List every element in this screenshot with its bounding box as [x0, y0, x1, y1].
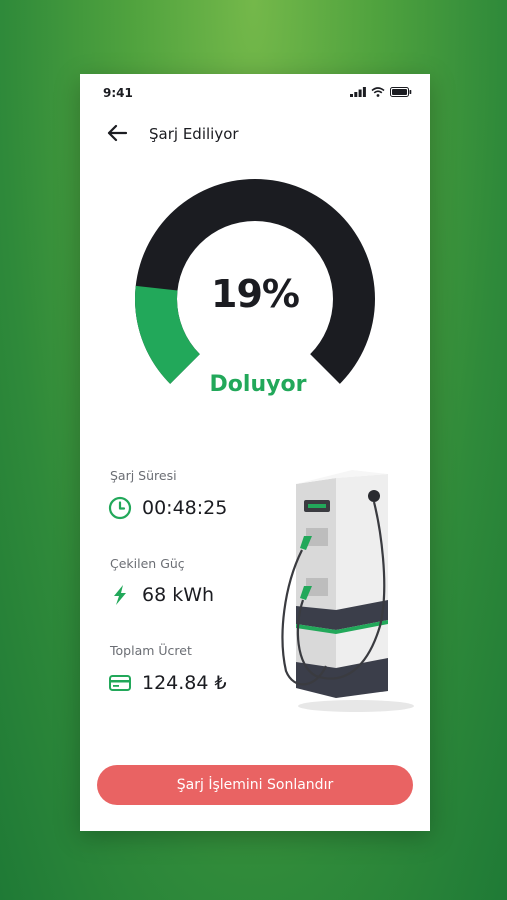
charge-percent: 19% — [211, 272, 300, 316]
duration-value: 00:48:25 — [142, 497, 228, 519]
end-charging-button[interactable]: Şarj İşlemini Sonlandır — [97, 765, 413, 805]
cost-value: 124.84 ₺ — [142, 672, 227, 694]
card-icon — [108, 671, 132, 695]
signal-icon — [350, 87, 366, 97]
cost-label: Toplam Ücret — [110, 643, 192, 658]
status-time: 9:41 — [103, 86, 133, 100]
phone-screen: 9:41 Şarj Ediliyor 19% Doluyor Şarj Süre… — [80, 74, 430, 831]
charging-station-image — [281, 470, 414, 712]
power-label: Çekilen Güç — [110, 556, 185, 571]
cost-row: 124.84 ₺ — [108, 671, 227, 695]
power-value: 68 kWh — [142, 584, 215, 606]
header: Şarj Ediliyor — [80, 118, 430, 150]
power-row: 68 kWh — [108, 583, 214, 607]
status-bar: 9:41 — [80, 74, 430, 110]
status-icons — [350, 87, 412, 97]
page-title: Şarj Ediliyor — [149, 125, 239, 143]
charge-status: Doluyor — [209, 372, 307, 397]
back-arrow-icon[interactable] — [106, 122, 128, 144]
duration-row: 00:48:25 — [108, 496, 227, 520]
duration-label: Şarj Süresi — [110, 468, 177, 483]
lightning-icon — [108, 583, 132, 607]
clock-icon — [108, 496, 132, 520]
battery-icon — [390, 87, 412, 97]
wifi-icon — [371, 87, 385, 97]
